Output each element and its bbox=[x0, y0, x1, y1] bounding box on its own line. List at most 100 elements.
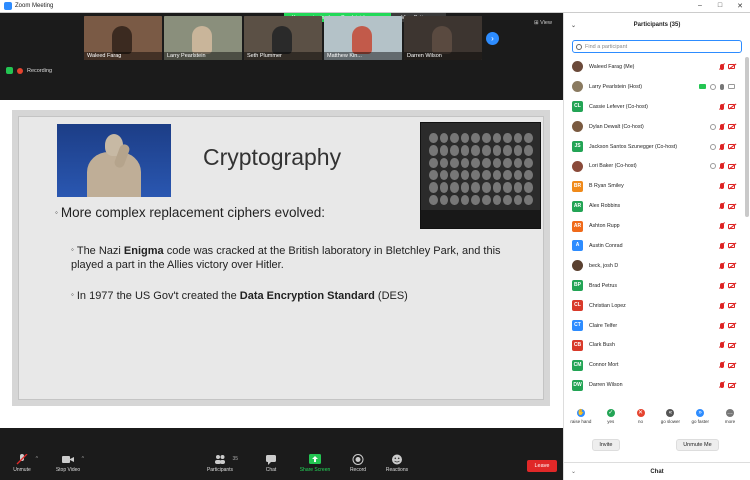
bullet-point: ◦ More complex replacement ciphers evolve… bbox=[55, 205, 325, 220]
audio-options-caret-icon[interactable]: ^ bbox=[36, 456, 38, 462]
participant-row[interactable]: CL Cassie Lefever (Co-host) bbox=[564, 97, 747, 117]
participant-row[interactable]: CL Christian Lopez bbox=[564, 296, 747, 316]
leave-button[interactable]: Leave bbox=[527, 460, 557, 472]
participant-row[interactable]: AR Alex Robbins bbox=[564, 196, 747, 216]
participant-name: Alex Robbins bbox=[589, 203, 621, 210]
microphone-muted-icon bbox=[720, 362, 724, 369]
smiley-face-icon bbox=[392, 454, 402, 465]
invite-button[interactable]: Invite bbox=[592, 439, 620, 451]
participant-row[interactable]: BR B Ryan Smiley bbox=[564, 176, 747, 196]
minimize-button[interactable]: – bbox=[690, 2, 710, 10]
close-window-button[interactable]: ✕ bbox=[730, 2, 750, 10]
chat-button[interactable]: Chat bbox=[251, 454, 291, 473]
participant-row[interactable]: Waleed Farag (Me) bbox=[564, 57, 747, 77]
microphone-muted-icon bbox=[720, 242, 724, 249]
video-off-icon bbox=[728, 64, 735, 70]
video-off-icon bbox=[728, 163, 735, 169]
unmute-me-button[interactable]: Unmute Me bbox=[676, 439, 719, 451]
microphone-muted-icon bbox=[720, 382, 724, 389]
video-tile[interactable]: Seth Plummer bbox=[244, 16, 322, 60]
video-tile[interactable]: Darren Wilson bbox=[404, 16, 482, 60]
feedback-reaction-button[interactable]: ✋ raise hand bbox=[567, 409, 595, 429]
participant-row[interactable]: CB Clark Bush bbox=[564, 335, 747, 355]
participant-row[interactable]: CT Claire Telfer bbox=[564, 316, 747, 336]
reactions-button[interactable]: Reactions bbox=[377, 454, 417, 473]
nonverbal-feedback-bar: ✋ raise hand ✓ yes ✕ no « go slower » go faster … m… bbox=[564, 409, 747, 429]
feedback-reaction-icon: ✕ bbox=[636, 409, 645, 417]
unmute-button[interactable]: Unmute ^ bbox=[2, 454, 42, 473]
record-button[interactable]: Record bbox=[338, 454, 378, 473]
video-camera-icon bbox=[62, 456, 74, 463]
participant-list-scrollbar[interactable] bbox=[745, 57, 749, 217]
feedback-reaction-button[interactable]: ✓ yes bbox=[597, 409, 625, 429]
participant-avatar: JS bbox=[572, 141, 583, 152]
feedback-reaction-icon: ✓ bbox=[606, 409, 615, 417]
video-off-icon bbox=[728, 124, 735, 130]
participant-row[interactable]: AR Ashton Rupp bbox=[564, 216, 747, 236]
find-participant-input[interactable]: Find a participant bbox=[572, 40, 742, 53]
participants-panel: ⌄ Participants (35) Find a participant W… bbox=[563, 13, 750, 480]
participant-avatar: CL bbox=[572, 300, 583, 312]
participants-button[interactable]: Participants 35 bbox=[200, 454, 240, 473]
feedback-reaction-button[interactable]: » go faster bbox=[686, 409, 714, 429]
participant-row[interactable]: Lori Baker (Co-host) bbox=[564, 156, 747, 176]
recording-permission-icon bbox=[710, 123, 716, 130]
participant-name: Claire Telfer bbox=[589, 322, 618, 329]
video-tile[interactable]: Matthew Kin... bbox=[324, 16, 402, 60]
participant-video bbox=[432, 26, 452, 54]
participant-avatar: CB bbox=[572, 339, 583, 351]
feedback-reaction-label: more bbox=[724, 419, 736, 424]
participant-name: Dylan Dewalt (Co-host) bbox=[589, 123, 644, 130]
participant-name: Larry Pearlstein (Host) bbox=[589, 83, 642, 90]
collapse-chevron-icon[interactable]: ⌄ bbox=[571, 22, 576, 29]
participant-video bbox=[192, 26, 212, 54]
maximize-button[interactable]: □ bbox=[710, 2, 730, 10]
video-off-icon bbox=[728, 203, 735, 209]
participant-status-icons bbox=[720, 223, 735, 230]
share-screen-button[interactable]: Share Screen bbox=[295, 454, 335, 473]
bullet-text-pre: In 1977 the US Gov't created the bbox=[76, 290, 240, 302]
participant-status-icons bbox=[720, 262, 735, 269]
bullet-marker: ◦ bbox=[71, 290, 74, 299]
participant-status-icons bbox=[710, 123, 735, 130]
participant-video bbox=[352, 26, 372, 54]
participant-row[interactable]: BP Brad Petrus bbox=[564, 276, 747, 296]
feedback-reaction-button[interactable]: ✕ no bbox=[627, 409, 655, 429]
participant-row[interactable]: DW Darren Wilson bbox=[564, 375, 747, 395]
video-tile-name: Waleed Farag bbox=[84, 52, 162, 60]
participants-count: 35 bbox=[232, 456, 238, 462]
participant-avatar-photo bbox=[572, 121, 583, 133]
encryption-shield-icon[interactable] bbox=[6, 67, 13, 74]
participant-name: Waleed Farag (Me) bbox=[589, 63, 635, 70]
feedback-reaction-label: yes bbox=[607, 419, 615, 424]
participant-row[interactable]: Dylan Dewalt (Co-host) bbox=[564, 117, 747, 137]
expand-chat-chevron-icon[interactable]: ⌄ bbox=[571, 468, 576, 475]
participant-row[interactable]: A Austin Conrad bbox=[564, 236, 747, 256]
feedback-reaction-icon: ✋ bbox=[576, 409, 585, 417]
slide-title: Cryptography bbox=[203, 144, 342, 170]
view-button[interactable]: ⊞ View bbox=[534, 20, 552, 26]
feedback-reaction-button[interactable]: … more bbox=[716, 409, 744, 429]
stop-video-button[interactable]: Stop Video ^ bbox=[48, 454, 88, 473]
participant-row[interactable]: Larry Pearlstein (Host) bbox=[564, 77, 747, 97]
participant-row[interactable]: JS Jackson Santos Szunegger (Co-host) bbox=[564, 137, 747, 157]
gallery-next-arrow-icon[interactable]: › bbox=[486, 32, 499, 45]
feedback-reaction-icon: … bbox=[726, 409, 735, 417]
participant-status-icons bbox=[710, 163, 735, 170]
bullet-marker: ◦ bbox=[55, 208, 58, 217]
participant-row[interactable]: beck, josh D bbox=[564, 256, 747, 276]
video-options-caret-icon[interactable]: ^ bbox=[82, 456, 84, 462]
video-tile[interactable]: Waleed Farag bbox=[84, 16, 162, 60]
participant-name: B Ryan Smiley bbox=[589, 183, 624, 190]
participant-avatar: A bbox=[572, 240, 583, 252]
microphone-icon bbox=[720, 83, 724, 90]
panel-action-buttons: Invite Unmute Me bbox=[564, 439, 747, 451]
microphone-muted-icon bbox=[720, 103, 724, 110]
recording-dot-icon bbox=[17, 67, 23, 74]
feedback-reaction-button[interactable]: « go slower bbox=[656, 409, 684, 429]
video-tile[interactable]: Larry Pearlstein bbox=[164, 16, 242, 60]
participant-row[interactable]: CM Connor Mort bbox=[564, 355, 747, 375]
window-controls: – □ ✕ bbox=[690, 2, 750, 10]
chat-section-header[interactable]: ⌄ Chat bbox=[564, 462, 750, 480]
participant-avatar: CT bbox=[572, 320, 583, 332]
